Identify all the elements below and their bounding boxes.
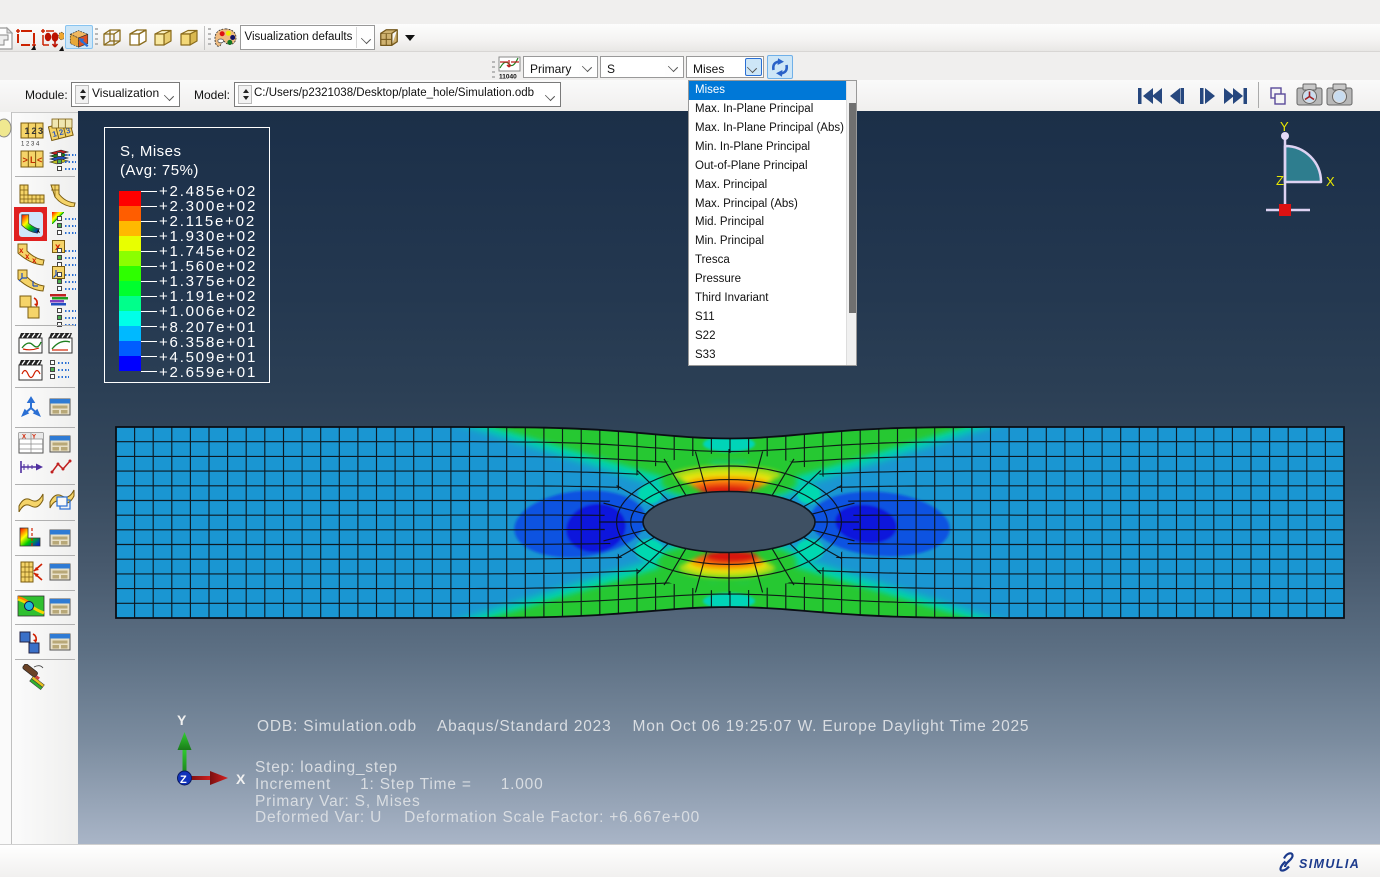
svg-text:SIMULIA: SIMULIA [1299, 857, 1360, 871]
